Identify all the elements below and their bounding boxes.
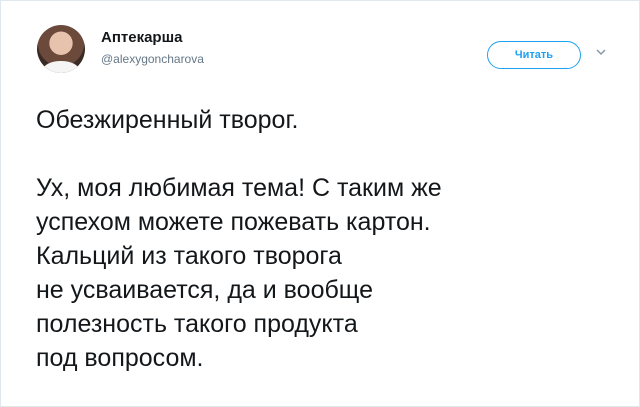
- tweet-line: успехом можете пожевать картон.: [36, 208, 431, 236]
- avatar-shirt: [43, 61, 79, 73]
- tweet-text: Обезжиренный творог. Ух, моя любимая тем…: [36, 103, 616, 375]
- follow-button[interactable]: Читать: [487, 41, 581, 69]
- tweet-paragraph-2: Ух, моя любимая тема! С таким же успехом…: [36, 171, 616, 375]
- tweet-line: не усваивается, да и вообще: [36, 276, 373, 304]
- author-handle[interactable]: @alexygoncharova: [101, 52, 204, 66]
- tweet-paragraph-1: Обезжиренный творог.: [36, 106, 299, 134]
- author-name[interactable]: Аптекарша: [101, 29, 182, 46]
- tweet-line: Кальций из такого творога: [36, 242, 342, 270]
- tweet-line: полезность такого продукта: [36, 310, 358, 338]
- chevron-down-icon[interactable]: [594, 45, 608, 59]
- tweet-card: Аптекарша @alexygoncharova Читать Обезжи…: [0, 0, 640, 407]
- tweet-line: Ух, моя любимая тема! С таким же: [36, 174, 442, 202]
- avatar[interactable]: [37, 25, 85, 73]
- tweet-line: под вопросом.: [36, 344, 204, 372]
